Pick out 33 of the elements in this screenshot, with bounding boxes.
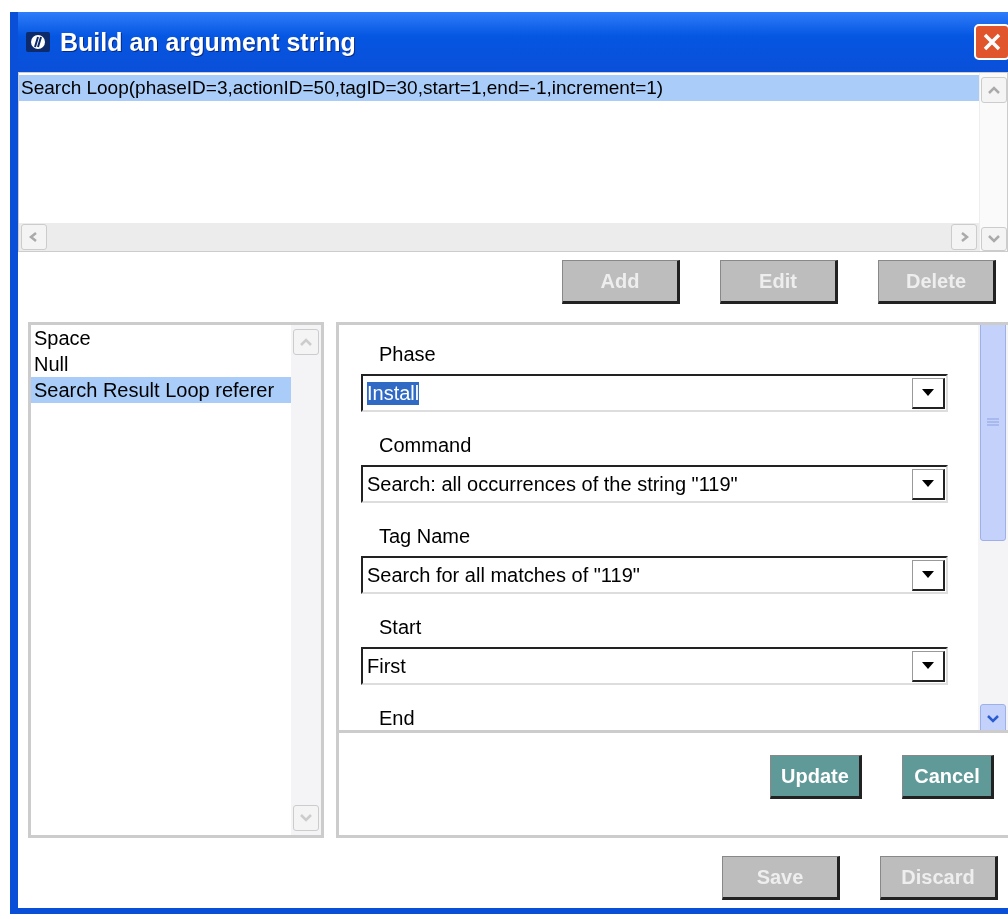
app-logo-icon xyxy=(26,32,50,52)
dropdown-field[interactable]: First xyxy=(361,647,948,685)
dropdown-field[interactable]: Search: all occurrences of the string "119" xyxy=(361,465,948,503)
argument-type-item[interactable]: Space xyxy=(31,325,291,351)
argument-item[interactable]: Search Loop(phaseID=3,actionID=50,tagID=30,start=1,end=-1,increment=1) xyxy=(19,75,979,101)
close-button[interactable] xyxy=(974,24,1008,60)
argument-type-item[interactable]: Null xyxy=(31,351,291,377)
field-label: Phase xyxy=(378,343,437,366)
dropdown-field[interactable]: Install xyxy=(361,374,948,412)
scroll-down-icon xyxy=(986,714,1000,724)
scroll-down-icon xyxy=(299,813,313,823)
dropdown-arrow-icon xyxy=(922,661,934,670)
vertical-scrollbar[interactable] xyxy=(979,73,1007,223)
list-scrollbar[interactable] xyxy=(291,325,321,835)
scroll-up-icon xyxy=(299,337,313,347)
argument-type-item[interactable]: Search Result Loop referer xyxy=(31,377,291,403)
scroll-down-icon xyxy=(986,234,1001,244)
form-scrollbar[interactable] xyxy=(978,325,1008,730)
close-icon xyxy=(982,32,1002,52)
grip-icon xyxy=(987,417,999,426)
scroll-up-icon xyxy=(986,85,1001,95)
field-label: Tag Name xyxy=(378,525,472,548)
dropdown-arrow-icon xyxy=(922,479,934,488)
field-label: Start xyxy=(378,616,423,639)
window-title: Build an argument string xyxy=(60,27,357,57)
horizontal-scrollbar[interactable] xyxy=(19,223,979,251)
field-label: Command xyxy=(378,434,473,457)
dropdown-arrow-icon xyxy=(922,570,934,579)
argument-type-list[interactable]: Space Null Search Result Loop referer xyxy=(28,322,324,838)
field-label: End xyxy=(378,707,416,730)
argument-list[interactable]: Search Loop(phaseID=3,actionID=50,tagID=30,start=1,end=-1,increment=1) xyxy=(18,72,1008,252)
dropdown-arrow-icon xyxy=(922,388,934,397)
dropdown-field[interactable]: Search for all matches of "119" xyxy=(361,556,948,594)
